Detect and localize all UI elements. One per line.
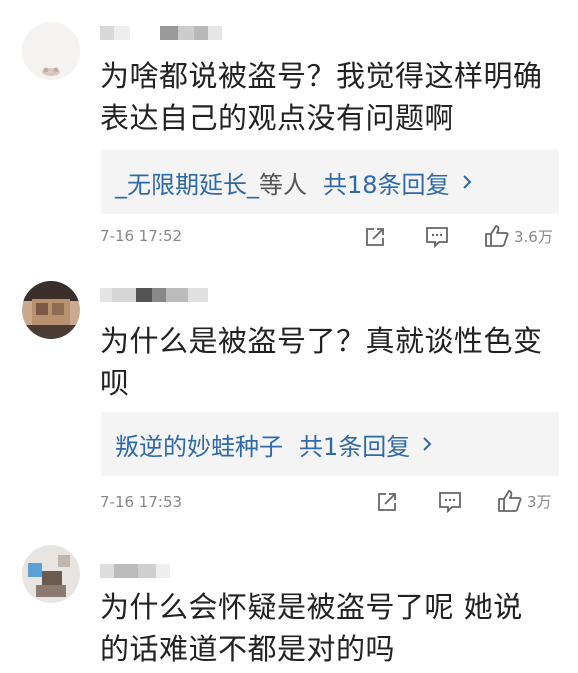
like-count: 3万	[527, 492, 552, 511]
chevron-right-icon	[462, 174, 472, 190]
like-button[interactable]: 3万	[497, 489, 552, 513]
reply-preview[interactable]: 叛逆的妙蛙种子 共1条回复	[101, 412, 559, 476]
reply-preview[interactable]: _无限期延长_ 等人 共18条回复	[101, 150, 559, 214]
timestamp: 7-16 17:53	[100, 493, 183, 511]
reply-users[interactable]: _无限期延长_	[115, 165, 259, 200]
comment-icon[interactable]	[438, 491, 462, 513]
like-button[interactable]: 3.6万	[484, 224, 553, 248]
reply-count[interactable]: 共1条回复	[299, 427, 410, 462]
avatar[interactable]	[22, 22, 80, 80]
comment-text: 为啥都说被盗号？我觉得这样明确表达自己的观点没有问题啊	[100, 59, 543, 135]
reply-suffix: 等人	[259, 170, 307, 199]
chevron-right-icon	[422, 436, 432, 452]
thumbs-up-icon	[484, 224, 510, 248]
comment-text: 为什么会怀疑是被盗号了呢 她说的话难道不都是对的吗	[100, 590, 523, 666]
comment-meta: 7-16 17:53	[100, 488, 558, 516]
avatar[interactable]	[22, 545, 80, 603]
reply-count[interactable]: 共18条回复	[323, 165, 450, 200]
reply-users[interactable]: 叛逆的妙蛙种子	[115, 427, 283, 462]
share-icon[interactable]	[364, 226, 386, 248]
username-masked[interactable]	[100, 24, 260, 42]
username-masked[interactable]	[100, 286, 260, 304]
username-masked[interactable]	[100, 562, 260, 580]
share-icon[interactable]	[376, 491, 398, 513]
comment-icon[interactable]	[425, 226, 449, 248]
thumbs-up-icon	[497, 489, 523, 513]
timestamp: 7-16 17:52	[100, 227, 183, 245]
avatar[interactable]	[22, 281, 80, 339]
comment-text: 为什么是被盗号了？真就谈性色变呗	[100, 324, 543, 400]
like-count: 3.6万	[514, 227, 553, 246]
